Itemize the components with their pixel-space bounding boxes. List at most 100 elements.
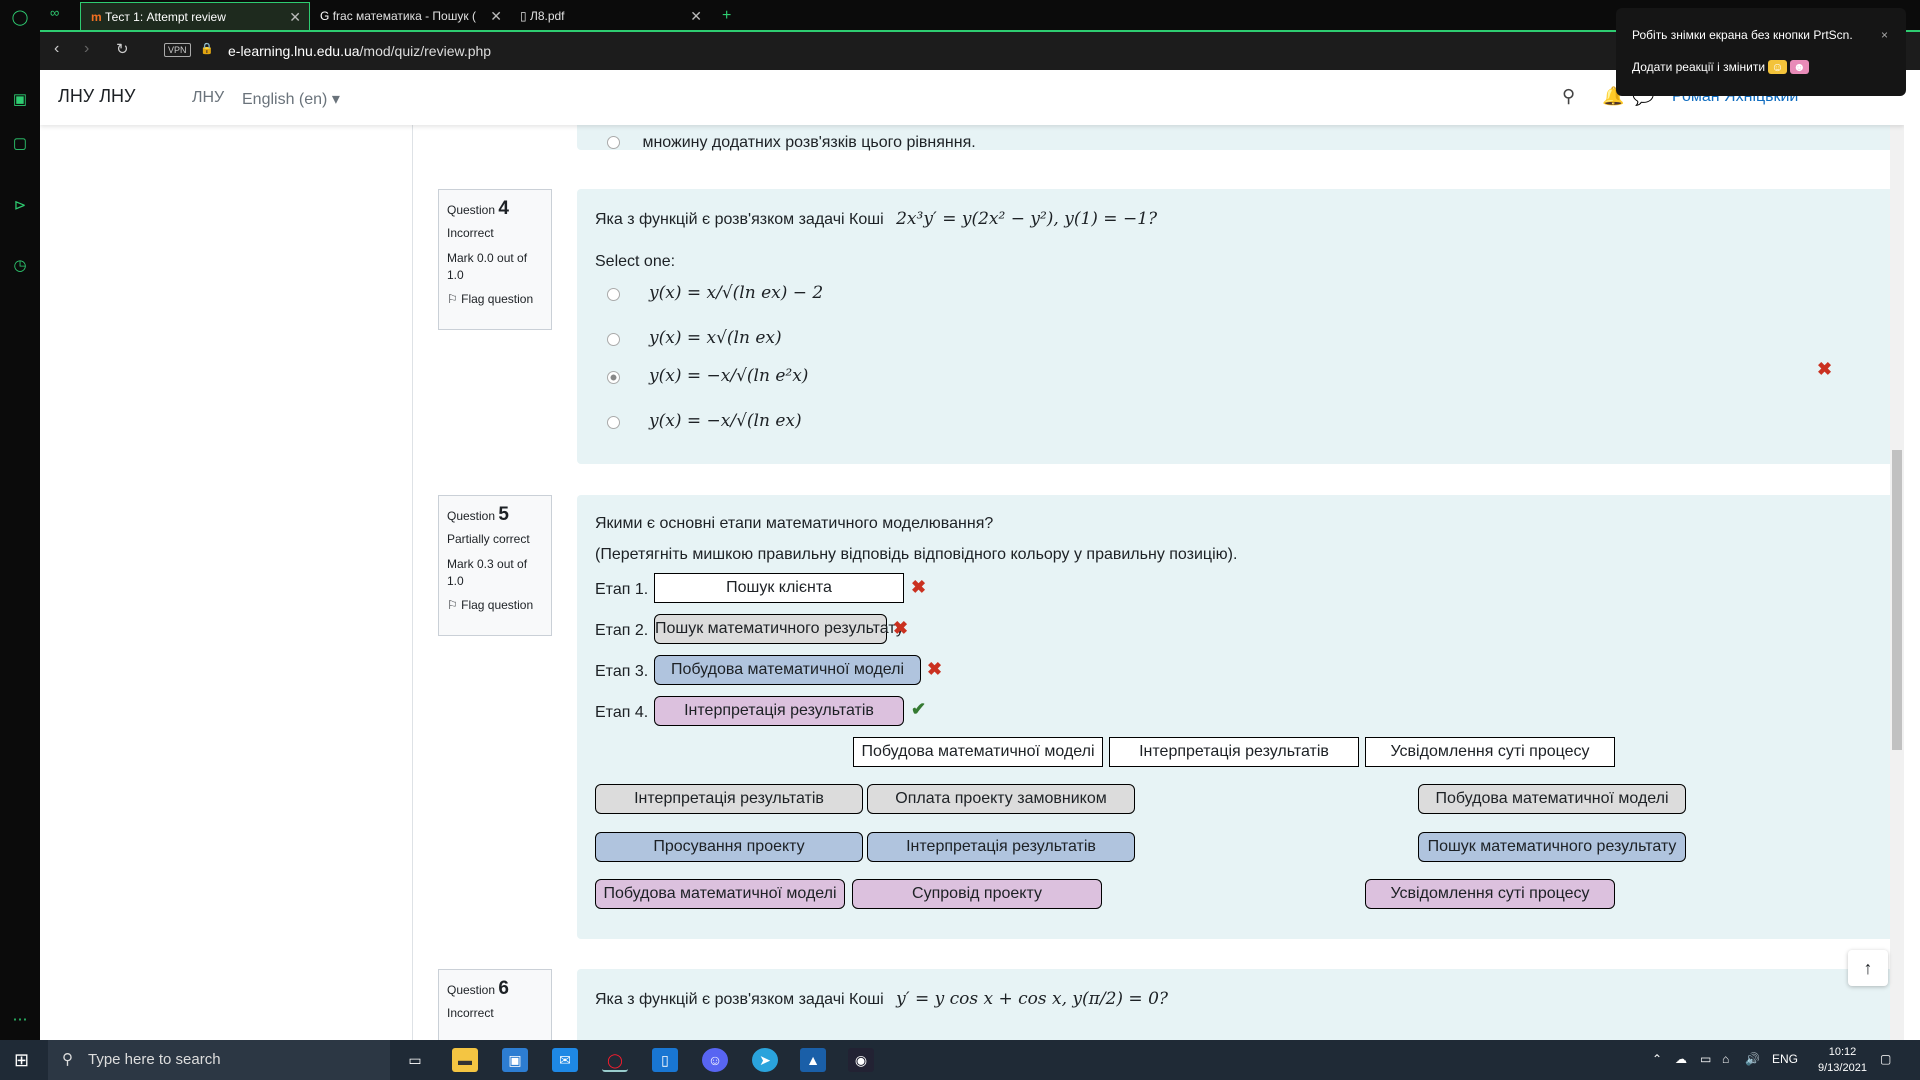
- choice-grey[interactable]: Інтерпретація результатів: [595, 784, 863, 814]
- shopping-icon[interactable]: ▣: [10, 90, 30, 110]
- reload-icon[interactable]: ↻: [116, 40, 129, 58]
- back-to-top-button[interactable]: ↑: [1848, 950, 1888, 986]
- stage-2-label: Етап 2.: [595, 622, 649, 639]
- correct-icon: ✔: [911, 699, 927, 719]
- mail-icon[interactable]: ✉: [552, 1048, 578, 1072]
- more-icon[interactable]: ⋯: [10, 1010, 30, 1030]
- scroll-thumb[interactable]: [1892, 450, 1902, 750]
- toast-line2: Додати реакції і змінити ☺ ☻: [1632, 60, 1890, 74]
- question-text: Яка з функцій є розв'язком задачі Коші: [595, 991, 884, 1008]
- question-6-info: Question 6 Incorrect: [438, 969, 552, 1040]
- stage-1-label: Етап 1.: [595, 581, 649, 598]
- stage-1-dropzone[interactable]: Пошук клієнта: [654, 573, 904, 603]
- answer-radio[interactable]: [607, 288, 620, 301]
- document-app-icon[interactable]: ▯: [652, 1048, 678, 1072]
- task-view-icon[interactable]: ▭: [402, 1048, 428, 1072]
- discord-icon[interactable]: ☺: [702, 1048, 728, 1072]
- volume-icon[interactable]: 🔊: [1745, 1052, 1760, 1066]
- choice-blue[interactable]: Просування проекту: [595, 832, 863, 862]
- screenshot-toast: Робіть знімки екрана без кнопки PrtScn. …: [1616, 8, 1906, 96]
- network-icon[interactable]: ⌂: [1722, 1052, 1729, 1066]
- search-icon[interactable]: ⚲: [1562, 86, 1575, 107]
- steam-icon[interactable]: ◉: [848, 1048, 874, 1072]
- web-page: ЛНУ ЛНУ ЛНУ English (en) ▾ ⚲ 🔔 💬 Роман Я…: [40, 70, 1904, 1040]
- question-text: Яка з функцій є розв'язком задачі Коші: [595, 211, 884, 228]
- new-tab-button[interactable]: +: [712, 2, 742, 30]
- twitch-icon[interactable]: ▢: [10, 134, 30, 154]
- file-explorer-icon[interactable]: ▬: [452, 1048, 478, 1072]
- flag-question-link[interactable]: ⚐ Flag question: [447, 598, 543, 612]
- language-menu[interactable]: English (en) ▾: [242, 89, 340, 109]
- site-logo[interactable]: ЛНУ ЛНУ: [58, 86, 136, 107]
- clock[interactable]: 10:12 9/13/2021: [1818, 1044, 1867, 1076]
- back-icon[interactable]: ‹: [54, 40, 59, 58]
- toast-close-button[interactable]: ×: [1881, 28, 1888, 42]
- stage-4-dropzone[interactable]: Інтерпретація результатів: [654, 696, 904, 726]
- windows-taskbar: ⊞ ⚲ Type here to search ▭ ▬ ▣ ✉ ◯ ▯ ☺ ➤ …: [0, 1040, 1920, 1080]
- player-icon[interactable]: ⊳: [10, 196, 30, 216]
- flag-icon: ⚐: [447, 291, 458, 306]
- close-tab-icon[interactable]: ✕: [490, 2, 502, 30]
- question-5-info: Question 5 Partially correct Mark 0.3 ou…: [438, 495, 552, 636]
- photos-icon[interactable]: ▲: [800, 1048, 826, 1072]
- answer-radio[interactable]: [607, 333, 620, 346]
- search-icon: ⚲: [62, 1051, 73, 1068]
- tab-pdf[interactable]: ▯ Л8.pdf ✕: [510, 2, 710, 30]
- question-6-content: Яка з функцій є розв'язком задачі Коші y…: [577, 969, 1904, 1040]
- page-scrollbar[interactable]: [1890, 125, 1904, 1040]
- store-icon[interactable]: ▣: [502, 1048, 528, 1072]
- answer-radio[interactable]: [607, 136, 620, 150]
- stage-3-dropzone[interactable]: Побудова математичної моделі: [654, 655, 921, 685]
- choice-grey[interactable]: Оплата проекту замовником: [867, 784, 1135, 814]
- nav-link-lnu[interactable]: ЛНУ: [192, 89, 224, 107]
- answer-radio-checked[interactable]: [607, 371, 620, 384]
- arrow-up-icon: ↑: [1863, 958, 1873, 978]
- question-5-content: Якими є основні етапи математичного моде…: [577, 495, 1904, 939]
- taskbar-search[interactable]: ⚲ Type here to search: [48, 1040, 390, 1080]
- question-equation: y′ = y cos x + cos x, y(π/2) = 0?: [896, 989, 1169, 1009]
- choice-pink[interactable]: Побудова математичної моделі: [595, 879, 845, 909]
- left-drawer: [40, 125, 413, 1040]
- emoji-icon: ☺: [1768, 60, 1787, 74]
- question-state: Incorrect: [447, 1006, 494, 1020]
- telegram-icon[interactable]: ➤: [752, 1048, 778, 1072]
- history-icon[interactable]: ◷: [10, 256, 30, 276]
- close-tab-icon[interactable]: ✕: [690, 2, 702, 30]
- question-mark: Mark 0.0 out of 1.0: [447, 251, 528, 282]
- question-instruction: (Перетягніть мишкою правильну відповідь …: [595, 546, 1238, 563]
- notifications-icon[interactable]: ▢: [1880, 1052, 1891, 1066]
- choice-white[interactable]: Усвідомлення суті процесу: [1365, 737, 1615, 767]
- lock-icon[interactable]: 🔒: [200, 42, 214, 55]
- flag-question-link[interactable]: ⚐ Flag question: [447, 292, 543, 306]
- choice-pink[interactable]: Усвідомлення суті процесу: [1365, 879, 1615, 909]
- question-text: Якими є основні етапи математичного моде…: [595, 515, 994, 532]
- close-tab-icon[interactable]: ✕: [289, 3, 301, 30]
- url-field[interactable]: e-learning.lnu.edu.ua/mod/quiz/review.ph…: [228, 43, 491, 59]
- stage-3-label: Етап 3.: [595, 663, 649, 680]
- tab-search[interactable]: G frac математика - Пошук ( ✕: [310, 2, 510, 30]
- choice-white[interactable]: Побудова математичної моделі: [853, 737, 1103, 767]
- tab-quiz-review[interactable]: m Тест 1: Attempt review ✕: [80, 2, 310, 30]
- opera-logo-icon[interactable]: ◯: [10, 8, 30, 28]
- stage-2-dropzone[interactable]: Пошук математичного результату: [654, 614, 904, 644]
- vpn-badge[interactable]: VPN: [164, 43, 191, 57]
- question-state: Partially correct: [447, 532, 530, 546]
- cloud-icon[interactable]: ☁: [1675, 1052, 1687, 1066]
- language-indicator[interactable]: ENG: [1772, 1052, 1798, 1066]
- choice-pink[interactable]: Супровід проекту: [852, 879, 1102, 909]
- opera-taskbar-icon[interactable]: ◯: [602, 1048, 628, 1072]
- incorrect-icon: ✖: [893, 618, 909, 638]
- answer-radio[interactable]: [607, 416, 620, 429]
- incorrect-icon: ✖: [927, 659, 943, 679]
- incorrect-icon: ✖: [1817, 359, 1833, 379]
- choice-grey[interactable]: Побудова математичної моделі: [1418, 784, 1686, 814]
- battery-icon[interactable]: ▭: [1700, 1052, 1711, 1066]
- forward-icon[interactable]: ›: [84, 40, 89, 58]
- windows-start-icon[interactable]: ⊞: [14, 1050, 29, 1071]
- choice-white[interactable]: Інтерпретація результатів: [1109, 737, 1359, 767]
- choice-blue[interactable]: Інтерпретація результатів: [867, 832, 1135, 862]
- answer-text: множину додатних розв'язків цього рівнян…: [642, 134, 976, 151]
- game-controller-icon[interactable]: ∞: [50, 5, 59, 20]
- choice-blue[interactable]: Пошук математичного результату: [1418, 832, 1686, 862]
- tray-chevron-icon[interactable]: ⌃: [1652, 1052, 1662, 1066]
